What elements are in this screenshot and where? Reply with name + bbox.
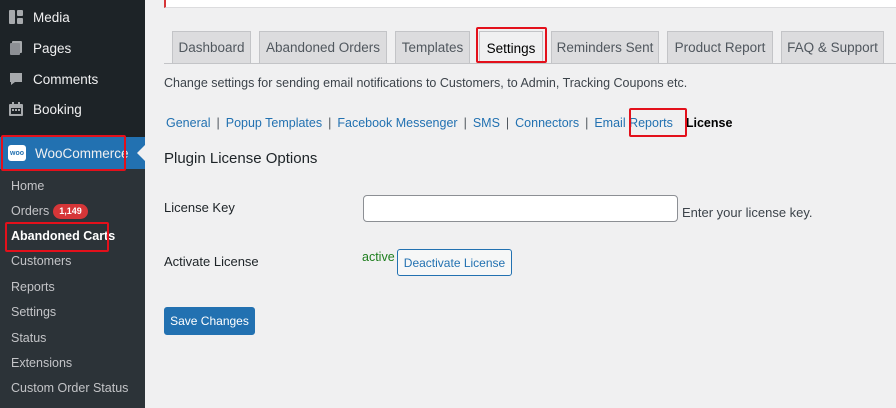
- menu-label: WooCommerce: [35, 145, 129, 161]
- subnav-separator: |: [463, 116, 467, 130]
- subnav-license[interactable]: License: [686, 116, 733, 130]
- submenu-settings[interactable]: Settings: [11, 304, 56, 320]
- deactivate-license-button[interactable]: Deactivate License: [397, 249, 512, 276]
- woocommerce-submenu: Home Orders 1,149 Abandoned Carts Custome…: [0, 169, 145, 408]
- menu-label: Pages: [33, 40, 72, 56]
- menu-label: Media: [33, 9, 70, 25]
- tabs-divider: [164, 63, 896, 64]
- subnav-sms[interactable]: SMS: [473, 116, 500, 130]
- save-changes-button[interactable]: Save Changes: [164, 307, 255, 335]
- tab-templates[interactable]: Templates: [395, 31, 470, 63]
- license-key-input[interactable]: [363, 195, 678, 222]
- admin-sidebar: Media Pages Comments Booking woo WooComm…: [0, 0, 145, 408]
- subnav-facebook-messenger[interactable]: Facebook Messenger: [337, 116, 457, 130]
- submenu-custom-order-status[interactable]: Custom Order Status: [11, 380, 128, 396]
- menu-item-booking[interactable]: Booking: [0, 94, 145, 124]
- subnav-connectors[interactable]: Connectors: [515, 116, 579, 130]
- tab-abandoned-orders[interactable]: Abandoned Orders: [259, 31, 387, 63]
- orders-count-badge: 1,149: [53, 204, 88, 219]
- license-status: active: [362, 250, 395, 264]
- submenu-abandoned-carts[interactable]: Abandoned Carts: [11, 228, 115, 244]
- subnav-popup-templates[interactable]: Popup Templates: [226, 116, 322, 130]
- notice-card: [164, 0, 896, 8]
- menu-label: Booking: [33, 101, 82, 117]
- submenu-orders-label: Orders: [11, 204, 50, 218]
- pages-icon: [8, 40, 24, 56]
- subnav-separator: |: [216, 116, 220, 130]
- woocommerce-icon: woo: [8, 145, 26, 161]
- media-icon: [8, 9, 24, 25]
- subnav-general[interactable]: General: [166, 116, 210, 130]
- subnav-separator: |: [328, 116, 332, 130]
- settings-subnav: General | Popup Templates | Facebook Messeng…: [166, 116, 732, 130]
- subnav-email-reports[interactable]: Email Reports: [594, 116, 673, 130]
- submenu-reports[interactable]: Reports: [11, 279, 55, 295]
- activate-license-label: Activate License: [164, 254, 259, 269]
- tab-reminders-sent[interactable]: Reminders Sent: [551, 31, 659, 63]
- calendar-icon: [8, 101, 24, 117]
- submenu-status[interactable]: Status: [11, 330, 46, 346]
- tab-settings[interactable]: Settings: [479, 31, 543, 64]
- menu-item-woocommerce[interactable]: woo WooCommerce: [0, 137, 145, 169]
- comments-icon: [8, 71, 24, 87]
- subnav-separator: |: [505, 116, 510, 130]
- section-title: Plugin License Options: [164, 150, 318, 167]
- tab-dashboard[interactable]: Dashboard: [172, 31, 251, 63]
- menu-item-pages[interactable]: Pages: [0, 33, 145, 63]
- submenu-home[interactable]: Home: [11, 178, 44, 194]
- submenu-orders[interactable]: Orders 1,149: [11, 203, 88, 219]
- current-menu-arrow: [137, 145, 145, 161]
- menu-item-media[interactable]: Media: [0, 2, 145, 32]
- submenu-extensions[interactable]: Extensions: [11, 355, 72, 371]
- subnav-separator: |: [585, 116, 589, 130]
- license-key-label: License Key: [164, 200, 235, 215]
- tab-faq-support[interactable]: FAQ & Support: [781, 31, 884, 63]
- submenu-customers[interactable]: Customers: [11, 253, 71, 269]
- menu-item-comments[interactable]: Comments: [0, 64, 145, 94]
- menu-label: Comments: [33, 71, 99, 87]
- tab-product-report[interactable]: Product Report: [667, 31, 773, 63]
- settings-description: Change settings for sending email notifi…: [164, 76, 688, 90]
- license-key-description: Enter your license key.: [682, 205, 813, 220]
